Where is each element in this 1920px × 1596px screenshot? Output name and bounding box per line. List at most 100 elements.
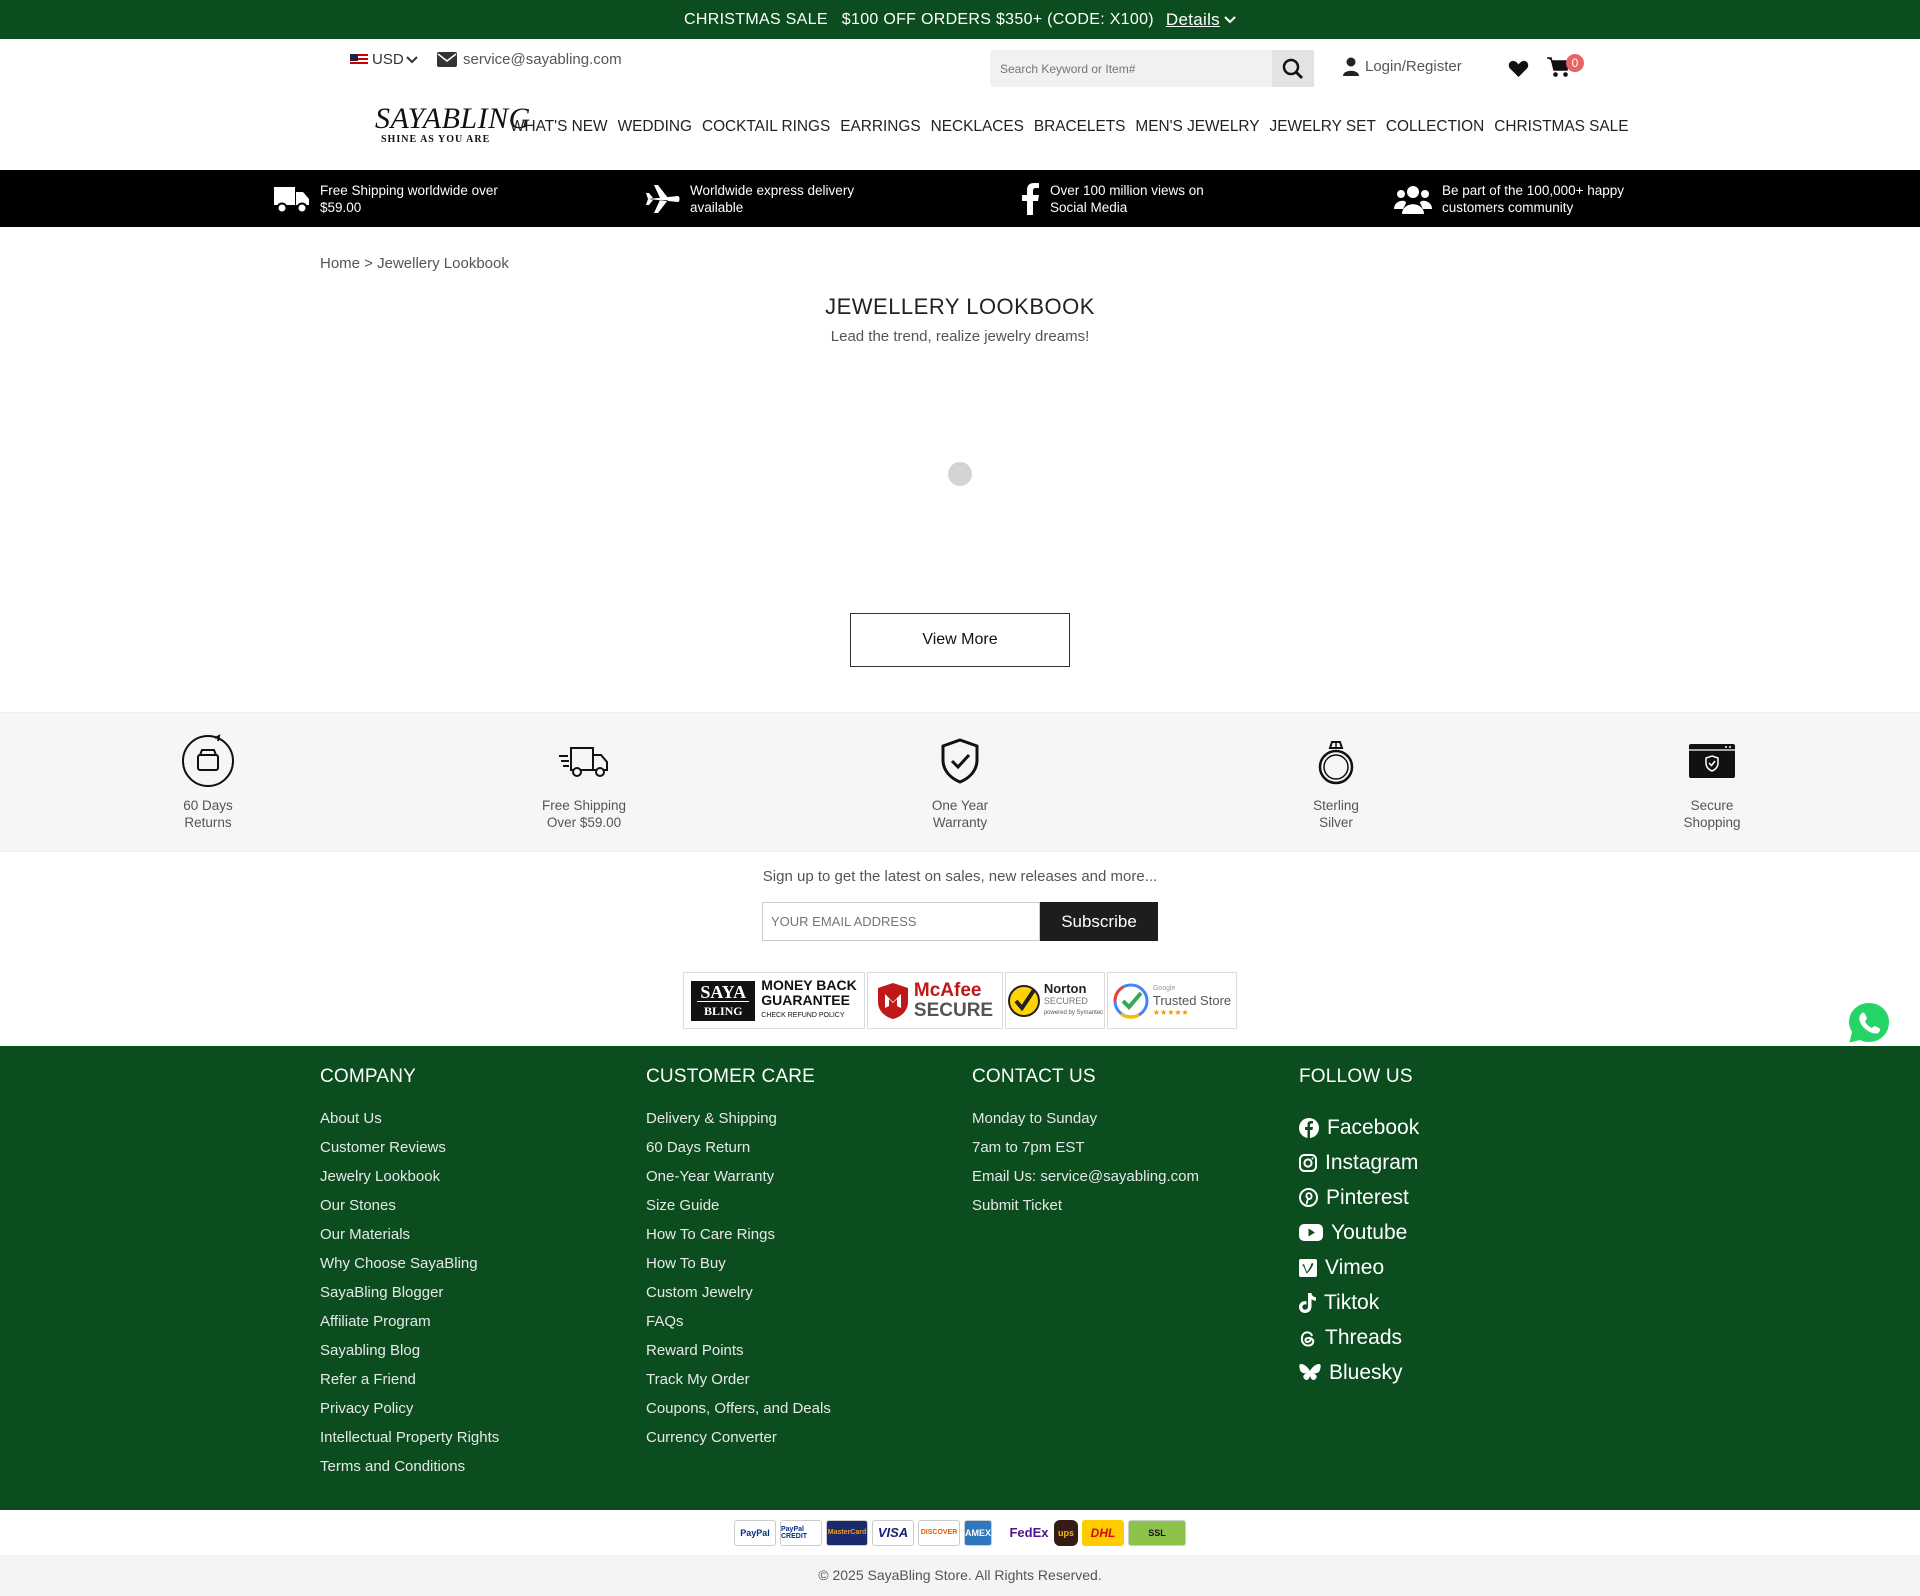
nav-whats-new[interactable]: WHAT'S NEW (510, 118, 608, 136)
footer-link[interactable]: Coupons, Offers, and Deals (646, 1400, 831, 1429)
google-trusted-badge[interactable]: Google Trusted Store ★★★★★ (1107, 972, 1237, 1029)
social-youtube[interactable]: Youtube (1299, 1215, 1419, 1250)
footer-link[interactable]: Reward Points (646, 1342, 831, 1371)
mcafee-line2: SECURE (913, 999, 994, 1021)
nav-wedding[interactable]: WEDDING (618, 118, 692, 136)
star-rating-icon: ★★★★★ (1152, 1007, 1189, 1017)
announcement-label: CHRISTMAS SALE (684, 10, 828, 28)
footer-link[interactable]: How To Buy (646, 1255, 831, 1284)
social-tiktok[interactable]: Tiktok (1299, 1285, 1419, 1320)
envelope-icon (437, 52, 457, 67)
footer-link[interactable]: Terms and Conditions (320, 1458, 499, 1487)
norton-badge[interactable]: Norton SECURED powered by Symantec (1005, 972, 1105, 1029)
footer-link[interactable]: Jewelry Lookbook (320, 1168, 499, 1197)
footer-link[interactable]: Our Materials (320, 1226, 499, 1255)
nav-jewelry-set[interactable]: JEWELRY SET (1270, 118, 1376, 136)
service-line1: Sterling (1313, 798, 1359, 813)
loading-spinner (948, 462, 972, 486)
footer-link[interactable]: Why Choose SayaBling (320, 1255, 499, 1284)
social-vimeo[interactable]: Vimeo (1299, 1250, 1419, 1285)
view-more-button[interactable]: View More (850, 613, 1070, 667)
nav-christmas-sale[interactable]: CHRISTMAS SALE (1494, 118, 1628, 136)
social-threads[interactable]: Threads (1299, 1320, 1419, 1355)
footer-link[interactable]: About Us (320, 1110, 499, 1139)
footer-link[interactable]: 60 Days Return (646, 1139, 831, 1168)
services-strip: 60 Days Returns Free Shipping Over $59.0… (0, 712, 1920, 852)
footer-link[interactable]: Track My Order (646, 1371, 831, 1400)
footer-contact-title: CONTACT US (972, 1066, 1096, 1087)
nav-bracelets[interactable]: BRACELETS (1034, 118, 1126, 136)
search-box (990, 50, 1314, 87)
header-email-link[interactable]: service@sayabling.com (437, 51, 622, 68)
currency-selector[interactable]: USD (350, 51, 418, 68)
footer-link[interactable]: Intellectual Property Rights (320, 1429, 499, 1458)
footer-link[interactable]: SayaBling Blogger (320, 1284, 499, 1313)
logo-wordmark: SAYABLING (375, 102, 531, 135)
social-label: Bluesky (1329, 1360, 1403, 1384)
footer-link[interactable]: FAQs (646, 1313, 831, 1342)
visa-logo: VISA (872, 1519, 914, 1546)
feature-text: Free Shipping worldwide over $59.00 (320, 183, 498, 215)
footer-link[interactable]: How To Care Rings (646, 1226, 831, 1255)
footer-care-title: CUSTOMER CARE (646, 1066, 816, 1087)
nav-earrings[interactable]: EARRINGS (840, 118, 920, 136)
saya-bling-logo: SAYA BLING (691, 980, 756, 1021)
newsletter-email-input[interactable] (762, 902, 1040, 941)
nav-necklaces[interactable]: NECKLACES (931, 118, 1024, 136)
details-link[interactable]: Details (1166, 10, 1236, 30)
site-logo[interactable]: SAYABLING SHINE AS YOU ARE (375, 102, 531, 154)
footer-link[interactable]: Custom Jewelry (646, 1284, 831, 1313)
breadcrumb[interactable]: Home > Jewellery Lookbook (320, 255, 509, 272)
service-line2: Over $59.00 (546, 815, 622, 830)
footer-link[interactable]: Currency Converter (646, 1429, 831, 1458)
footer-link[interactable]: Delivery & Shipping (646, 1110, 831, 1139)
mcafee-text: McAfee SECURE (913, 980, 994, 1021)
footer-link[interactable]: Affiliate Program (320, 1313, 499, 1342)
google-check-icon (1113, 983, 1149, 1019)
footer-link[interactable]: Size Guide (646, 1197, 831, 1226)
feature-text: Be part of the 100,000+ happy customers … (1442, 183, 1625, 215)
service-line1: 60 Days (183, 798, 233, 813)
feature-text: Over 100 million views on Social Media (1050, 183, 1204, 215)
footer-link[interactable]: Our Stones (320, 1197, 499, 1226)
money-back-badge[interactable]: SAYA BLING MONEY BACK GUARANTEE CHECK RE… (683, 972, 865, 1029)
money-back-text: MONEY BACK GUARANTEE CHECK REFUND POLICY (761, 978, 856, 1023)
nav-mens-jewelry[interactable]: MEN'S JEWELRY (1135, 118, 1259, 136)
search-button[interactable] (1272, 50, 1314, 87)
social-pinterest[interactable]: Pinterest (1299, 1180, 1419, 1215)
footer-link[interactable]: One-Year Warranty (646, 1168, 831, 1197)
plane-icon (646, 185, 680, 213)
service-returns: 60 Days Returns (128, 733, 288, 831)
login-register-link[interactable]: Login/Register (1343, 57, 1462, 76)
announcement-promo: $100 OFF ORDERS $350+ (CODE: X100) (841, 10, 1154, 28)
subscribe-button[interactable]: Subscribe (1040, 902, 1158, 941)
search-input[interactable] (990, 50, 1270, 87)
feature-express-delivery: Worldwide express delivery available (646, 182, 880, 216)
footer-link[interactable]: Refer a Friend (320, 1371, 499, 1400)
fedex-logo: FedEx (1009, 1525, 1049, 1540)
pinterest-icon (1299, 1188, 1318, 1207)
wishlist-button[interactable] (1508, 60, 1529, 83)
nav-cocktail-rings[interactable]: COCKTAIL RINGS (702, 118, 830, 136)
footer-contact-email[interactable]: Email Us: service@sayabling.com (972, 1168, 1199, 1197)
whatsapp-button[interactable] (1846, 1000, 1892, 1046)
service-line1: Secure (1690, 798, 1734, 813)
instagram-icon (1299, 1153, 1317, 1172)
footer-link[interactable]: Sayabling Blog (320, 1342, 499, 1371)
payment-logos: PayPal PayPal CREDIT MasterCard VISA DIS… (0, 1510, 1920, 1555)
ssl-secure-logo: SSL (1128, 1519, 1186, 1546)
ups-logo: ups (1054, 1519, 1078, 1546)
footer-link[interactable]: Customer Reviews (320, 1139, 499, 1168)
mcafee-badge[interactable]: McAfee SECURE (867, 972, 1003, 1029)
social-instagram[interactable]: Instagram (1299, 1145, 1419, 1180)
footer-link[interactable]: Privacy Policy (320, 1400, 499, 1429)
nav-collection[interactable]: COLLECTION (1386, 118, 1484, 136)
truck-icon (274, 187, 309, 214)
footer-company-title: COMPANY (320, 1066, 417, 1087)
main-nav: WHAT'S NEW WEDDING COCKTAIL RINGS EARRIN… (510, 118, 1629, 136)
social-label: Facebook (1327, 1115, 1420, 1139)
service-line2: Silver (1319, 815, 1353, 830)
social-bluesky[interactable]: Bluesky (1299, 1355, 1419, 1390)
social-facebook[interactable]: Facebook (1299, 1110, 1419, 1145)
footer-submit-ticket[interactable]: Submit Ticket (972, 1197, 1199, 1226)
